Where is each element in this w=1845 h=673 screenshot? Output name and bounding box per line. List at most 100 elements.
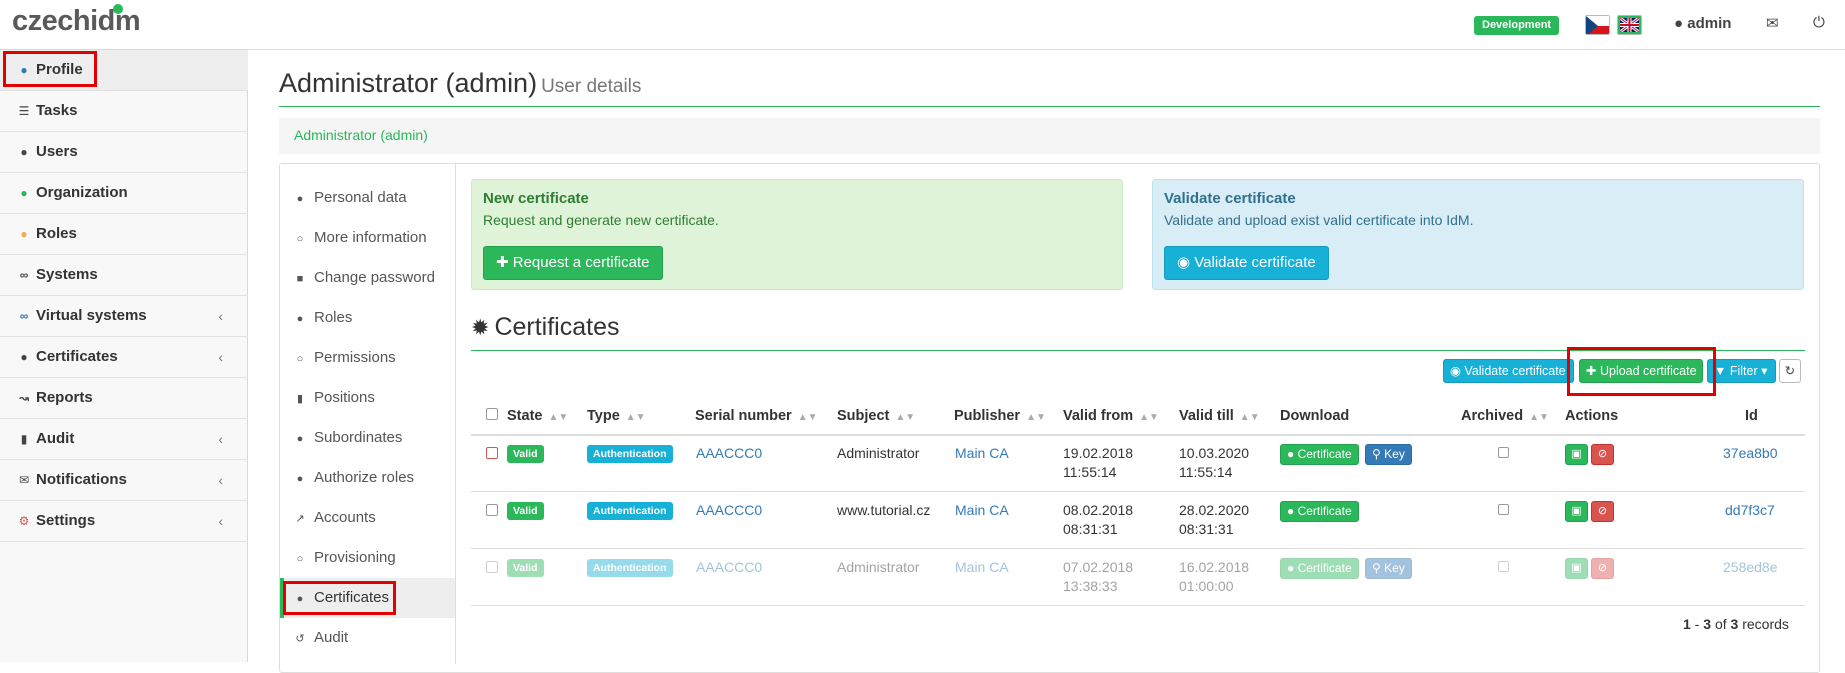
chevron-left-icon: ‹ — [218, 431, 223, 447]
sort-icon: ▲▼ — [1239, 412, 1260, 423]
sidebar-item-reports[interactable]: ↝ Reports — [0, 378, 248, 419]
column-header-archived[interactable]: Archived ▲▼ — [1461, 408, 1549, 424]
column-header-publisher[interactable]: Publisher ▲▼ — [954, 408, 1046, 424]
renew-button[interactable]: ▣ — [1565, 558, 1588, 579]
revoke-button[interactable]: ⊘ — [1591, 558, 1614, 579]
subnav-item-roles[interactable]: ● Roles — [280, 298, 455, 338]
download-certificate-button[interactable]: ● Certificate — [1280, 444, 1359, 465]
row-checkbox[interactable] — [486, 504, 498, 516]
sidebar-item-notifications[interactable]: ✉ Notifications ‹ — [0, 460, 248, 501]
publisher-link[interactable]: Main CA — [955, 501, 1009, 520]
breadcrumb[interactable]: Administrator (admin) — [279, 118, 1820, 154]
select-all-checkbox[interactable] — [486, 408, 498, 420]
sidebar-item-virtual-systems[interactable]: ∞ Virtual systems ‹ — [0, 296, 248, 337]
download-certificate-button[interactable]: ● Certificate — [1280, 501, 1359, 522]
column-header-actions: Actions — [1565, 408, 1619, 424]
renew-button[interactable]: ▣ — [1565, 501, 1588, 522]
sidebar-item-organization[interactable]: ● Organization — [0, 173, 248, 214]
row-checkbox[interactable] — [486, 447, 498, 459]
column-header-state[interactable]: State ▲▼ — [507, 408, 568, 424]
toolbar-validate-certificate-button[interactable]: ◉ Validate certificate — [1443, 359, 1574, 383]
logo[interactable]: czechidm — [12, 4, 141, 38]
id-link[interactable]: 37ea8b0 — [1723, 444, 1778, 463]
sidebar-item-systems[interactable]: ∞ Systems — [0, 255, 248, 296]
publisher-link[interactable]: Main CA — [955, 558, 1009, 577]
publisher-link[interactable]: Main CA — [955, 444, 1009, 463]
state-badge: Valid — [507, 502, 544, 520]
archived-checkbox — [1498, 447, 1509, 458]
certificate-icon: ✹ — [471, 315, 490, 340]
subnav-item-provisioning[interactable]: ○ Provisioning — [280, 538, 455, 578]
subnav-item-audit[interactable]: ↺ Audit — [280, 618, 455, 658]
sidebar-item-settings[interactable]: ⚙ Settings ‹ — [0, 501, 248, 542]
title-divider — [279, 106, 1820, 107]
serial-number-link[interactable]: AAACCC0 — [696, 444, 762, 463]
sidebar-item-tasks[interactable]: ☰ Tasks — [0, 91, 248, 132]
power-icon[interactable]: ⏻ — [1813, 14, 1825, 31]
table-header-divider — [471, 434, 1805, 436]
serial-number-link[interactable]: AAACCC0 — [696, 501, 762, 520]
id-link[interactable]: dd7f3c7 — [1725, 501, 1775, 520]
column-header-serial-number[interactable]: Serial number ▲▼ — [695, 408, 818, 424]
valid-from-date: 08.02.2018 — [1063, 502, 1134, 518]
row-checkbox[interactable] — [486, 561, 498, 573]
key-icon: ⚲ — [1372, 561, 1381, 575]
valid-from-date: 19.02.2018 — [1063, 445, 1134, 461]
plus-icon: ✚ — [496, 254, 509, 271]
ban-icon: ⊘ — [1597, 505, 1608, 517]
subnav-item-certificates[interactable]: ● Certificates — [280, 578, 455, 618]
subnav-item-authorize-roles[interactable]: ● Authorize roles — [280, 458, 455, 498]
subnav-item-more-information[interactable]: ○ More information — [280, 218, 455, 258]
valid-till-date: 10.03.2020 — [1179, 445, 1250, 461]
subnav-item-permissions[interactable]: ○ Permissions — [280, 338, 455, 378]
archived-checkbox — [1498, 561, 1509, 572]
column-header-type[interactable]: Type ▲▼ — [587, 408, 646, 424]
column-header-valid-from[interactable]: Valid from ▲▼ — [1063, 408, 1159, 424]
download-key-button[interactable]: ⚲ Key — [1365, 444, 1412, 465]
filter-button[interactable]: ▼ Filter ▾ — [1707, 359, 1776, 383]
serial-number-link[interactable]: AAACCC0 — [696, 558, 762, 577]
cog-icon: ⚙ — [18, 514, 30, 528]
refresh-button[interactable]: ↻ — [1779, 359, 1801, 383]
id-link[interactable]: 258ed8e — [1723, 558, 1778, 577]
revoke-button[interactable]: ⊘ — [1591, 444, 1614, 465]
cz-flag-icon[interactable] — [1585, 15, 1610, 35]
section-divider — [471, 350, 1805, 351]
state-badge: Valid — [507, 445, 544, 463]
subnav-item-personal-data[interactable]: ● Personal data — [280, 178, 455, 218]
tree-icon: ● — [20, 186, 28, 200]
certificate-icon: ● — [1287, 561, 1295, 575]
download-key-button[interactable]: ⚲ Key — [1365, 558, 1412, 579]
sidebar-item-certificates[interactable]: ● Certificates ‹ — [0, 337, 248, 378]
column-header-valid-till[interactable]: Valid till ▲▼ — [1179, 408, 1260, 424]
history-icon: ↺ — [295, 633, 305, 645]
certificate-icon: ● — [20, 350, 28, 364]
subnav-item-positions[interactable]: ▮ Positions — [280, 378, 455, 418]
subnav-item-subordinates[interactable]: ● Subordinates — [280, 418, 455, 458]
sidebar-item-users[interactable]: ● Users — [0, 132, 248, 173]
breadcrumb-item[interactable]: Administrator (admin) — [294, 127, 428, 143]
users-icon: ● — [296, 433, 304, 445]
subnav-item-accounts[interactable]: ↗ Accounts — [280, 498, 455, 538]
sidebar-item-profile[interactable]: ● Profile — [0, 50, 248, 91]
certificates-section-title: ✹ Certificates — [471, 313, 620, 341]
users-icon: ● — [20, 145, 28, 159]
revoke-button[interactable]: ⊘ — [1591, 501, 1614, 522]
column-header-subject[interactable]: Subject ▲▼ — [837, 408, 915, 424]
sort-icon: ▲▼ — [548, 412, 569, 423]
user-menu[interactable]: ● admin — [1674, 15, 1731, 32]
mail-icon[interactable]: ✉ — [1766, 14, 1779, 32]
chevron-left-icon: ‹ — [218, 308, 223, 324]
certificate-icon: ● — [1287, 447, 1295, 461]
validate-certificate-button[interactable]: ◉ Validate certificate — [1164, 246, 1329, 280]
upload-certificate-button[interactable]: ✚ Upload certificate — [1579, 359, 1703, 383]
download-certificate-button[interactable]: ● Certificate — [1280, 558, 1359, 579]
circle-icon: ○ — [296, 233, 304, 245]
renew-button[interactable]: ▣ — [1565, 444, 1588, 465]
request-certificate-button[interactable]: ✚ Request a certificate — [483, 246, 663, 280]
subnav-item-change-password[interactable]: ■ Change password — [280, 258, 455, 298]
en-flag-icon[interactable] — [1617, 15, 1642, 35]
sidebar-item-roles[interactable]: ● Roles — [0, 214, 248, 255]
sidebar-item-audit[interactable]: ▮ Audit ‹ — [0, 419, 248, 460]
sidebar: ● Profile ☰ Tasks ● Users ● Organization ● Ro… — [0, 50, 248, 662]
